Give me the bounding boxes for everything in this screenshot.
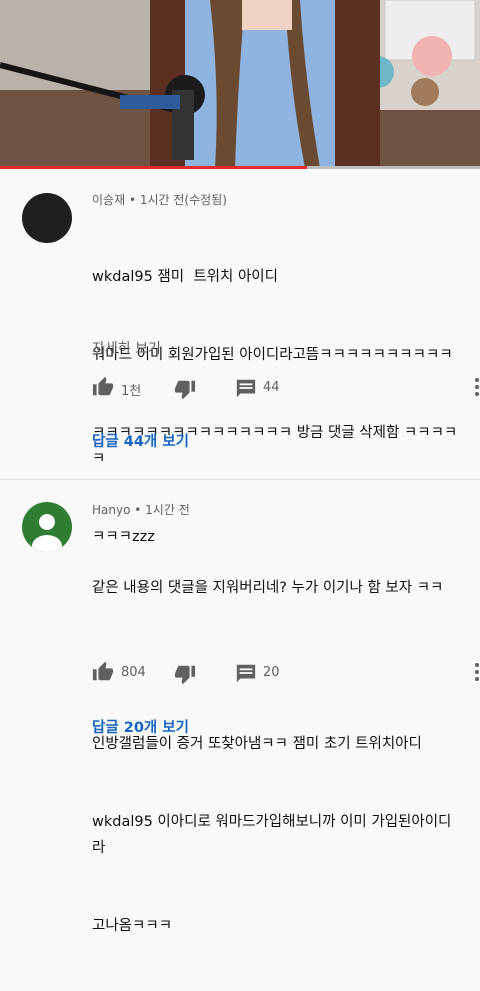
- thumbs-down-icon[interactable]: [174, 663, 196, 685]
- more-options-icon[interactable]: [474, 376, 480, 398]
- like-count: 1천: [121, 384, 142, 399]
- comment-line: 같은 내용의 댓글을 지워버리네? 누가 이기나 함 보자 ㅋㅋ: [92, 580, 444, 596]
- video-player[interactable]: [0, 0, 480, 168]
- thumbs-down-icon[interactable]: [174, 378, 196, 400]
- avatar[interactable]: [22, 193, 72, 243]
- view-replies-link[interactable]: 답글 20개 보기: [92, 716, 189, 737]
- avatar[interactable]: [22, 502, 72, 552]
- video-progress-bar[interactable]: [0, 166, 480, 169]
- read-more-link[interactable]: 자세히 보기: [92, 338, 161, 358]
- comment-actions: 804 20: [92, 661, 479, 685]
- comment-divider: [0, 479, 480, 480]
- view-replies-link[interactable]: 답글 44개 보기: [92, 430, 189, 451]
- reply-icon[interactable]: [235, 377, 257, 399]
- reply-icon[interactable]: [235, 662, 257, 684]
- comment-author[interactable]: 이승재: [92, 193, 125, 207]
- comment-actions: 1천 44: [92, 376, 479, 400]
- meta-separator: •: [134, 503, 146, 517]
- comment-meta: 이승재 • 1시간 전(수정됨): [92, 191, 227, 208]
- comment-time: 1시간 전: [145, 503, 190, 517]
- default-avatar-icon: [22, 502, 72, 552]
- more-options-icon[interactable]: [474, 661, 480, 683]
- comment-line: wkdal95 잼미 트위치 아이디: [92, 269, 278, 285]
- comment-text: 같은 내용의 댓글을 지워버리네? 누가 이기나 함 보자 ㅋㅋ 인방갤럼들이 …: [92, 523, 462, 991]
- comment-time: 1시간 전(수정됨): [139, 193, 227, 207]
- reply-count: 20: [263, 665, 280, 680]
- thumbs-up-icon[interactable]: [92, 376, 114, 398]
- comment-line: wkdal95 이아디로 워마드가입해보니까 이미 가입된아이디라: [92, 814, 452, 856]
- comment-meta: Hanyo • 1시간 전: [92, 501, 190, 518]
- comment-line: 고나옴ㅋㅋㅋ: [92, 918, 173, 934]
- video-frame: [0, 0, 480, 168]
- thumbs-up-icon[interactable]: [92, 661, 114, 683]
- meta-separator: •: [128, 193, 140, 207]
- reply-count: 44: [263, 380, 280, 395]
- comment-author[interactable]: Hanyo: [92, 503, 130, 517]
- video-progress-fill: [0, 166, 308, 169]
- like-count: 804: [121, 665, 146, 680]
